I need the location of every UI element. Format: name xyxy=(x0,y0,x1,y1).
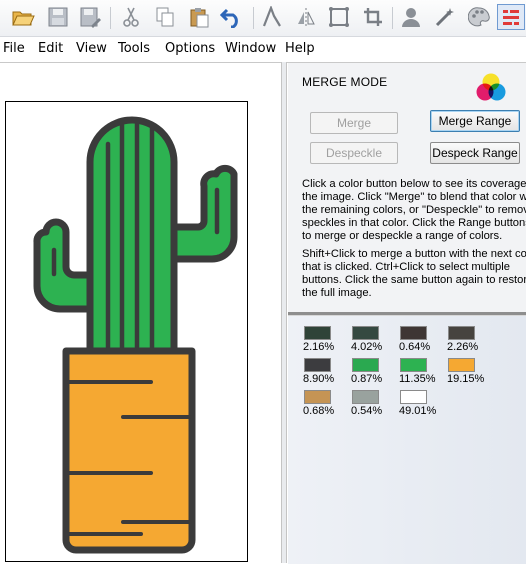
swatch-chip[interactable] xyxy=(400,326,427,340)
color-swatch[interactable]: 8.90% xyxy=(303,357,351,389)
swatch-percent: 19.15% xyxy=(447,373,485,385)
toolbar-separator xyxy=(392,7,393,29)
menu-help[interactable]: Help xyxy=(285,41,315,56)
help-text-1: Click a color button below to see its co… xyxy=(302,178,526,243)
help-line: to merge or despeckle a range of colors. xyxy=(302,230,503,242)
help-line: Click a color button below to see its co… xyxy=(302,178,526,190)
help-line: the full image. xyxy=(302,287,372,299)
color-swatch[interactable]: 4.02% xyxy=(351,325,399,357)
swatch-percent: 0.68% xyxy=(303,405,335,417)
swatch-chip[interactable] xyxy=(448,358,475,372)
toolbar xyxy=(0,0,526,37)
menu-options[interactable]: Options xyxy=(165,41,215,56)
menu-window[interactable]: Window xyxy=(225,41,276,56)
merge-range-button[interactable]: Merge Range xyxy=(430,110,520,132)
swatch-percent: 49.01% xyxy=(399,405,437,417)
menu-tools[interactable]: Tools xyxy=(118,41,150,56)
cactus-trunk xyxy=(86,116,178,356)
help-line: buttons. Click the same button again to … xyxy=(302,274,526,286)
save-icon[interactable] xyxy=(45,4,71,30)
help-line: speckles in that color. Click the Range … xyxy=(302,217,526,229)
menu-file[interactable]: File xyxy=(3,41,25,56)
swatch-percent: 8.90% xyxy=(303,373,335,385)
crop-icon[interactable] xyxy=(360,4,386,30)
swatch-chip[interactable] xyxy=(304,390,331,404)
color-swatch-grid: 2.16% 4.02% 0.64% 2.26% 8.90% 0.87% 11.3… xyxy=(288,316,526,564)
paste-icon[interactable] xyxy=(186,4,212,30)
merge-mode-panel: MERGE MODE Merge Merge Range Despeckle D… xyxy=(288,62,526,564)
color-swatch[interactable]: 0.68% xyxy=(303,389,351,421)
swatch-chip[interactable] xyxy=(352,358,379,372)
rgb-circles-icon xyxy=(476,73,506,101)
copy-icon[interactable] xyxy=(152,4,178,30)
color-swatch[interactable]: 0.64% xyxy=(399,325,447,357)
color-swatch[interactable]: 49.01% xyxy=(399,389,447,421)
panel-splitter[interactable] xyxy=(281,62,287,563)
help-text-2: Shift+Click to merge a button with the n… xyxy=(302,248,526,300)
magic-wand-icon[interactable] xyxy=(432,4,458,30)
swatch-chip[interactable] xyxy=(304,358,331,372)
color-swatch[interactable]: 0.54% xyxy=(351,389,399,421)
help-line: the remaining colors, or "Despeckle" to … xyxy=(302,204,526,216)
undo-icon[interactable] xyxy=(219,4,245,30)
trace-icon[interactable] xyxy=(259,4,285,30)
despeckle-button[interactable]: Despeckle xyxy=(310,142,398,164)
merge-button[interactable]: Merge xyxy=(310,112,398,134)
toolbar-separator xyxy=(253,7,254,29)
cut-icon[interactable] xyxy=(118,4,144,30)
panel-title: MERGE MODE xyxy=(302,75,388,89)
image-canvas[interactable] xyxy=(0,62,288,564)
despeck-range-button[interactable]: Despeck Range xyxy=(430,142,520,164)
swatch-percent: 4.02% xyxy=(351,341,383,353)
swatch-percent: 2.16% xyxy=(303,341,335,353)
swatch-chip[interactable] xyxy=(352,390,379,404)
swatch-chip[interactable] xyxy=(400,390,427,404)
cactus-image xyxy=(33,116,238,554)
merge-mode-icon[interactable] xyxy=(497,4,525,30)
swatch-chip[interactable] xyxy=(448,326,475,340)
swatch-chip[interactable] xyxy=(400,358,427,372)
swatch-percent: 11.35% xyxy=(399,373,436,385)
swatch-percent: 0.64% xyxy=(399,341,431,353)
help-line: Shift+Click to merge a button with the n… xyxy=(302,248,526,260)
open-folder-icon[interactable] xyxy=(10,4,36,30)
help-line: the image. Click "Merge" to blend that c… xyxy=(302,191,526,203)
palette-icon[interactable] xyxy=(466,4,492,30)
swatch-chip[interactable] xyxy=(304,326,331,340)
save-as-icon[interactable] xyxy=(77,4,103,30)
toolbar-separator xyxy=(110,7,111,29)
menu-view[interactable]: View xyxy=(76,41,107,56)
crop-shape-icon[interactable] xyxy=(326,4,352,30)
color-swatch[interactable]: 2.26% xyxy=(447,325,495,357)
menu-edit[interactable]: Edit xyxy=(38,41,63,56)
flip-icon[interactable] xyxy=(293,4,319,30)
image-preview[interactable] xyxy=(5,101,248,562)
user-icon[interactable] xyxy=(398,4,424,30)
swatch-percent: 0.87% xyxy=(351,373,383,385)
swatch-chip[interactable] xyxy=(352,326,379,340)
menu-bar: File Edit View Tools Options Window Help xyxy=(0,37,526,61)
color-swatch[interactable]: 11.35% xyxy=(399,357,447,389)
color-swatch[interactable]: 2.16% xyxy=(303,325,351,357)
swatch-percent: 0.54% xyxy=(351,405,383,417)
help-line: that is clicked. Ctrl+Click to select mu… xyxy=(302,261,510,273)
swatch-percent: 2.26% xyxy=(447,341,479,353)
color-swatch[interactable]: 0.87% xyxy=(351,357,399,389)
color-swatch[interactable]: 19.15% xyxy=(447,357,495,389)
